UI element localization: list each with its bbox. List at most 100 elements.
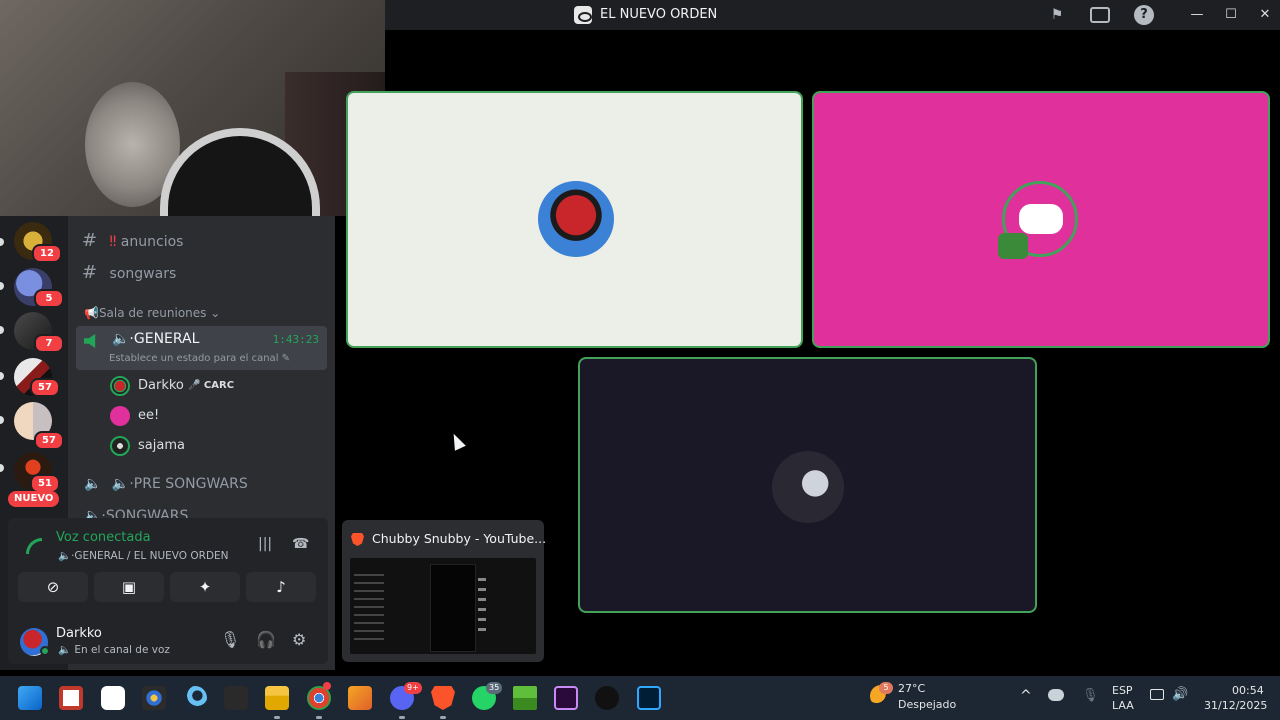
avatar xyxy=(110,436,130,456)
camera-off-button[interactable]: ⊘ xyxy=(18,572,88,602)
voice-channel-label: 🔈·SONGWARS xyxy=(84,508,189,518)
speaker-icon xyxy=(84,334,96,348)
mention-badge: 5 xyxy=(34,289,64,308)
running-indicator xyxy=(399,716,405,719)
connection-signal-icon[interactable] xyxy=(26,538,42,554)
voice-channel-label: 🔈·GENERAL xyxy=(112,331,200,347)
windows-start-icon[interactable] xyxy=(18,686,42,710)
channel-label: anuncios xyxy=(120,234,184,250)
running-indicator xyxy=(316,716,322,719)
close-button[interactable]: ✕ xyxy=(1253,5,1277,25)
new-badge: NUEVO xyxy=(8,491,60,507)
language-line1[interactable]: ESP xyxy=(1112,684,1133,697)
photoshop-icon[interactable] xyxy=(637,686,661,710)
network-icon[interactable] xyxy=(1150,689,1164,700)
voice-connection-panel: Voz conectada 🔈·GENERAL / EL NUEVO ORDEN… xyxy=(8,518,328,664)
avatar xyxy=(110,406,130,426)
premiere-pro-icon[interactable] xyxy=(554,686,578,710)
member-tag: 🎤 CARC xyxy=(188,380,235,391)
microphone-icon[interactable]: 🎙 xyxy=(220,630,240,649)
voice-channel-songwars[interactable]: 🔈·SONGWARS xyxy=(84,508,188,518)
settings-gear-icon[interactable]: ⚙ xyxy=(292,630,306,649)
volume-icon[interactable]: 🔊 xyxy=(1172,687,1188,702)
thumb-video xyxy=(430,564,476,652)
taskbar-window-preview[interactable]: Chubby Snubby - YouTube... xyxy=(342,520,547,662)
server-logo-icon xyxy=(574,6,592,24)
activities-button[interactable]: ✦ xyxy=(170,572,240,602)
steam-icon[interactable] xyxy=(183,686,207,710)
category-sala-de-reuniones[interactable]: 📢Sala de reuniones ⌄ xyxy=(84,306,220,320)
voice-channel-pre-songwars[interactable]: 🔈 🔈·PRE SONGWARS xyxy=(84,476,248,492)
unread-pip xyxy=(0,372,4,380)
start-menu-app-icon[interactable] xyxy=(59,686,83,710)
voice-location[interactable]: 🔈·GENERAL / EL NUEVO ORDEN xyxy=(58,549,229,562)
clock-time[interactable]: 00:54 xyxy=(1232,684,1264,697)
mention-badge: 7 xyxy=(34,334,64,353)
noise-suppression-icon[interactable]: ||| xyxy=(258,536,272,552)
hash-icon: # xyxy=(82,262,98,283)
minecraft-icon[interactable] xyxy=(513,686,537,710)
clock-date[interactable]: 31/12/2025 xyxy=(1204,699,1267,712)
windows-taskbar: 9+ 35 5 27°C Despejado ^ 🎙 ESP LAA 🔊 00:… xyxy=(0,676,1280,720)
running-indicator xyxy=(274,716,280,719)
brave-icon[interactable] xyxy=(431,686,455,710)
plant-decoration-icon xyxy=(998,233,1028,259)
headphones-icon[interactable]: 🎧 xyxy=(256,630,276,649)
set-channel-status[interactable]: Establece un estado para el canal ✎ xyxy=(109,353,290,364)
help-icon[interactable]: ? xyxy=(1134,5,1154,25)
title-bar: EL NUEVO ORDEN ⚑ ? — ☐ ✕ xyxy=(385,0,1280,30)
participant-tile-sajama[interactable] xyxy=(578,357,1037,613)
window-title: EL NUEVO ORDEN xyxy=(600,7,718,22)
running-indicator xyxy=(440,716,446,719)
language-line2[interactable]: LAA xyxy=(1112,699,1134,712)
davinci-resolve-icon[interactable] xyxy=(142,686,166,710)
member-name: ee! xyxy=(138,408,160,423)
mention-badge: 57 xyxy=(34,431,64,450)
flag-icon[interactable]: ⚑ xyxy=(1047,5,1067,25)
participant-tile-darkko[interactable] xyxy=(346,91,803,348)
voice-channel-timer: 1:43:23 xyxy=(272,333,319,346)
capcut-icon[interactable] xyxy=(101,686,125,710)
minimize-button[interactable]: — xyxy=(1185,5,1209,25)
preview-thumbnail[interactable] xyxy=(350,558,536,654)
screen-share-alert-icon[interactable] xyxy=(1090,7,1110,23)
speaker-icon: 🔈 xyxy=(84,476,102,492)
participant-tile-ee[interactable] xyxy=(812,91,1270,348)
voice-channel-label: 🔈·PRE SONGWARS xyxy=(111,476,248,492)
weather-desc[interactable]: Despejado xyxy=(898,698,956,711)
maximize-button[interactable]: ☐ xyxy=(1219,5,1243,25)
cloud-icon[interactable] xyxy=(1048,689,1064,701)
voice-channel-general[interactable]: 🔈·GENERAL 1:43:23 Establece un estado pa… xyxy=(76,326,327,370)
notification-dot xyxy=(323,682,331,690)
fl-studio-icon[interactable] xyxy=(348,686,372,710)
epic-games-icon[interactable] xyxy=(224,686,248,710)
chevron-up-icon[interactable]: ^ xyxy=(1020,688,1032,704)
thumb-sidebar xyxy=(354,574,384,644)
avatar xyxy=(110,376,130,396)
user-status: 🔈 En el canal de voz xyxy=(58,644,170,656)
disconnect-icon[interactable]: ☎ xyxy=(292,536,309,552)
channel-label: songwars xyxy=(109,266,177,282)
preview-title: Chubby Snubby - YouTube... xyxy=(372,531,547,546)
weather-temp[interactable]: 27°C xyxy=(898,682,925,695)
whatsapp-notification-badge: 35 xyxy=(486,682,503,694)
unread-pip xyxy=(0,416,4,424)
microphone-tray-icon[interactable]: 🎙 xyxy=(1082,688,1099,703)
tiktok-icon[interactable] xyxy=(595,686,619,710)
screen-share-button[interactable]: ▣ xyxy=(94,572,164,602)
weather-alert-badge: 5 xyxy=(879,682,893,694)
online-status-icon xyxy=(40,646,50,656)
unread-pip xyxy=(0,326,4,334)
unread-pip xyxy=(0,238,4,246)
voice-connected-label[interactable]: Voz conectada xyxy=(56,530,151,545)
file-explorer-icon[interactable] xyxy=(265,686,289,710)
channel-songwars[interactable]: # songwars xyxy=(82,262,176,283)
brave-icon xyxy=(351,533,364,546)
user-name[interactable]: Darkko xyxy=(56,626,102,641)
mouse-cursor-icon xyxy=(448,431,466,451)
soundboard-button[interactable]: ♪ xyxy=(246,572,316,602)
channel-anuncios[interactable]: # ‼ anuncios xyxy=(82,230,183,251)
hash-icon: # xyxy=(82,230,98,251)
discord-notification-badge: 9+ xyxy=(404,682,422,694)
channel-prefix: ‼ xyxy=(109,234,117,250)
